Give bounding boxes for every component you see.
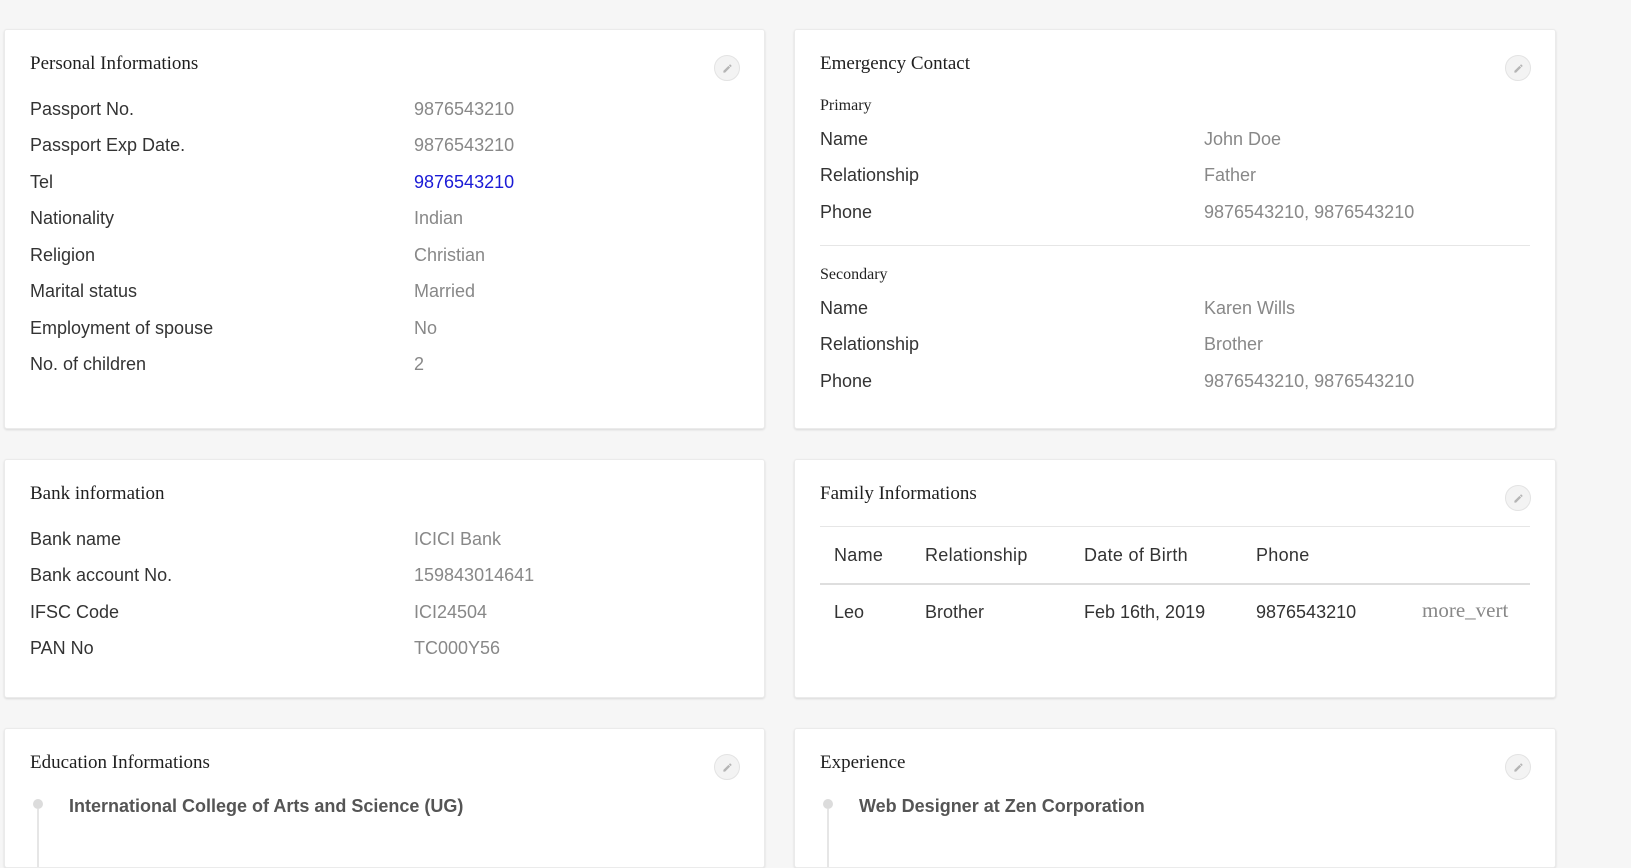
- info-value: John Doe: [1204, 129, 1282, 149]
- timeline-dot-icon: [33, 799, 43, 809]
- more-vert-icon[interactable]: more_vert: [1422, 598, 1508, 622]
- emergency-contact-title: Emergency Contact: [820, 53, 971, 74]
- family-member-relationship: Brother: [925, 602, 985, 622]
- info-value: ICICI Bank: [414, 529, 502, 549]
- info-label: Bank name: [30, 529, 122, 549]
- column-header-dob: Date of Birth: [1084, 545, 1188, 565]
- table-row: Leo Brother Feb 16th, 2019 9876543210 mo…: [820, 598, 1530, 624]
- info-label: Relationship: [820, 334, 920, 354]
- family-member-name: Leo: [834, 602, 865, 622]
- timeline-dot-icon: [823, 799, 833, 809]
- info-row-passport-exp: Passport Exp Date. 9876543210: [30, 133, 739, 157]
- secondary-relationship-row: Relationship Brother: [820, 332, 1530, 356]
- experience-card: Experience Web Designer at Zen Corporati…: [794, 728, 1556, 868]
- table-header-border: [820, 583, 1530, 585]
- primary-contact-heading: Primary: [820, 97, 872, 114]
- info-value: TC000Y56: [414, 638, 501, 658]
- experience-item-title: Web Designer at Zen Corporation: [859, 796, 1145, 816]
- tel-link[interactable]: 9876543210: [414, 170, 514, 194]
- pencil-icon: [1513, 63, 1523, 73]
- education-item-title: International College of Arts and Scienc…: [69, 796, 464, 816]
- pencil-icon: [722, 63, 732, 73]
- education-info-card: Education Informations International Col…: [4, 728, 765, 868]
- info-row-employment-spouse: Employment of spouse No: [30, 316, 739, 340]
- info-value: Indian: [414, 208, 464, 228]
- personal-info-title: Personal Informations: [30, 53, 199, 74]
- info-value: Married: [414, 281, 476, 301]
- info-label: PAN No: [30, 638, 94, 658]
- info-value: No: [414, 318, 438, 338]
- timeline-line: [37, 809, 39, 867]
- info-row-passport-no: Passport No. 9876543210: [30, 97, 739, 121]
- timeline-line: [827, 809, 829, 867]
- column-header-relationship: Relationship: [925, 545, 1028, 565]
- personal-info-card: Personal Informations Passport No. 98765…: [4, 29, 765, 429]
- info-label: Tel: [30, 172, 54, 192]
- info-label: Name: [820, 298, 869, 318]
- bank-info-card: Bank information Bank name ICICI Bank Ba…: [4, 459, 765, 698]
- info-row-religion: Religion Christian: [30, 243, 739, 267]
- family-info-edit-button[interactable]: [1505, 485, 1531, 511]
- family-info-card: Family Informations Name Relationship Da…: [794, 459, 1556, 698]
- info-row-nationality: Nationality Indian: [30, 206, 739, 230]
- info-label: Passport No.: [30, 99, 135, 119]
- info-label: Bank account No.: [30, 565, 173, 585]
- info-value: 2: [414, 354, 425, 374]
- info-value: 9876543210, 9876543210: [1204, 202, 1415, 222]
- family-info-title: Family Informations: [820, 483, 977, 504]
- secondary-contact-heading: Secondary: [820, 266, 888, 283]
- info-label: Passport Exp Date.: [30, 135, 186, 155]
- info-value: 9876543210: [414, 99, 515, 119]
- pencil-icon: [722, 762, 732, 772]
- info-value: Karen Wills: [1204, 298, 1296, 318]
- education-info-title: Education Informations: [30, 752, 210, 773]
- primary-phone-row: Phone 9876543210, 9876543210: [820, 200, 1530, 224]
- info-value: 159843014641: [414, 565, 535, 585]
- info-value: ICI24504: [414, 602, 488, 622]
- info-value: Father: [1204, 165, 1257, 185]
- info-label: Relationship: [820, 165, 920, 185]
- education-info-edit-button[interactable]: [714, 754, 740, 780]
- primary-name-row: Name John Doe: [820, 127, 1530, 151]
- info-value: 9876543210, 9876543210: [1204, 371, 1415, 391]
- emergency-contact-edit-button[interactable]: [1505, 55, 1531, 81]
- info-label: Name: [820, 129, 869, 149]
- family-member-dob: Feb 16th, 2019: [1084, 602, 1206, 622]
- info-row-children: No. of children 2: [30, 352, 739, 376]
- contact-divider: [820, 245, 1530, 246]
- primary-relationship-row: Relationship Father: [820, 163, 1530, 187]
- experience-title: Experience: [820, 752, 906, 773]
- bank-account-row: Bank account No. 159843014641: [30, 563, 739, 587]
- info-value: Brother: [1204, 334, 1264, 354]
- experience-edit-button[interactable]: [1505, 754, 1531, 780]
- table-top-border: [820, 526, 1530, 527]
- pencil-icon: [1513, 762, 1523, 772]
- info-label: IFSC Code: [30, 602, 120, 622]
- info-row-marital-status: Marital status Married: [30, 279, 739, 303]
- bank-info-title: Bank information: [30, 483, 165, 504]
- bank-name-row: Bank name ICICI Bank: [30, 527, 739, 551]
- info-label: Phone: [820, 371, 873, 391]
- info-value: 9876543210: [414, 135, 515, 155]
- family-table-header: Name Relationship Date of Birth Phone: [820, 543, 1530, 567]
- emergency-contact-card: Emergency Contact Primary Name John Doe …: [794, 29, 1556, 429]
- secondary-name-row: Name Karen Wills: [820, 296, 1530, 320]
- info-value: Christian: [414, 245, 486, 265]
- info-label: Phone: [820, 202, 873, 222]
- ifsc-code-row: IFSC Code ICI24504: [30, 600, 739, 624]
- info-label: Marital status: [30, 281, 138, 301]
- family-member-phone: 9876543210: [1256, 602, 1357, 622]
- info-label: No. of children: [30, 354, 147, 374]
- info-label: Religion: [30, 245, 96, 265]
- info-label: Employment of spouse: [30, 318, 214, 338]
- info-label: Nationality: [30, 208, 115, 228]
- personal-info-edit-button[interactable]: [714, 55, 740, 81]
- column-header-name: Name: [834, 545, 884, 565]
- pencil-icon: [1513, 493, 1523, 503]
- secondary-phone-row: Phone 9876543210, 9876543210: [820, 369, 1530, 393]
- pan-no-row: PAN No TC000Y56: [30, 636, 739, 660]
- info-row-tel: Tel 9876543210: [30, 170, 739, 194]
- column-header-phone: Phone: [1256, 545, 1310, 565]
